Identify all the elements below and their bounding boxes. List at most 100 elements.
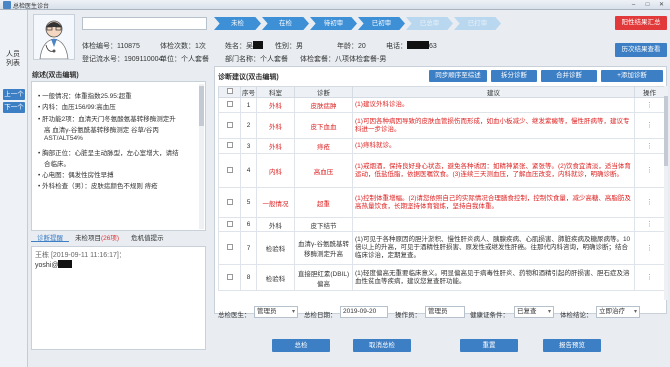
- summary-textbox[interactable]: • 一般情况：体重指数25.95:超重 • 内科：血压156/99:高血压 • 肝功…: [31, 81, 206, 231]
- progress-step: 未检: [214, 17, 261, 30]
- more-icon[interactable]: ⋮: [646, 274, 653, 281]
- conclusion-select[interactable]: 立即治疗 ▾: [596, 306, 640, 318]
- row-action[interactable]: ⋮: [634, 264, 665, 291]
- operator-field[interactable]: 管理员: [425, 306, 465, 318]
- row-checkbox[interactable]: [226, 244, 233, 250]
- conclusion-label: 体检结论：: [560, 312, 593, 319]
- tab-2[interactable]: 危机值提示: [125, 230, 170, 242]
- more-icon[interactable]: ⋮: [646, 199, 653, 206]
- progress-step: 已打审: [454, 17, 501, 30]
- row-advice: (1)轻度偏高无重要临床意义。明显偏高见于病毒性肝炎、药物和酒精引起的肝损害、胆…: [352, 264, 635, 291]
- row-checkbox-cell[interactable]: [218, 187, 241, 218]
- merge-diagnosis-button[interactable]: 合并诊断: [541, 70, 597, 82]
- table-row[interactable]: 6 外科 皮下结节 ⋮: [218, 217, 665, 232]
- summary-scrollbar[interactable]: [199, 84, 204, 229]
- tab-bar: 诊断提醒 未检项目(26项) 危机值提示: [31, 230, 211, 242]
- more-icon[interactable]: ⋮: [646, 102, 653, 109]
- reset-button[interactable]: 重置: [460, 339, 518, 352]
- col-advice: 建议: [352, 86, 635, 98]
- notes-box[interactable]: 王栋 [2019-09-11 11:16:17]： yoshi@: [31, 246, 206, 350]
- avatar: [33, 14, 75, 60]
- row-action[interactable]: ⋮: [634, 231, 665, 265]
- row-diagnosis: 皮肤痣肿: [294, 97, 353, 113]
- table-row[interactable]: 1 外科 皮肤痣肿 (1)建议外科诊治。 ⋮: [218, 97, 665, 113]
- doctor-label: 总检医生：: [218, 312, 251, 319]
- row-advice: (1)痔科就诊。: [352, 138, 635, 154]
- row-no: 3: [240, 138, 257, 154]
- exam-no: 体检编号：110875: [82, 43, 140, 50]
- close-button[interactable]: ✕: [655, 1, 668, 9]
- row-advice: (1)可因各种病因导致的皮肤血管损伤而形成，如血小板减少、继发紫癜等，慢性肝病等…: [352, 112, 635, 139]
- redacted-block: [58, 260, 73, 268]
- col-diagnosis: 诊断: [294, 86, 353, 98]
- row-no: 8: [240, 264, 257, 291]
- row-action[interactable]: ⋮: [634, 138, 665, 154]
- table-row[interactable]: 5 一般情况 超重 (1)控制体重增幅。(2)请您依照自己的实际情况合理膳食控制，控制…: [218, 187, 665, 218]
- row-advice: (1)建议外科诊治。: [352, 97, 635, 113]
- doctor-select[interactable]: 管理员 ▾: [254, 306, 298, 318]
- tab-0[interactable]: 诊断提醒: [31, 230, 69, 242]
- more-icon[interactable]: ⋮: [646, 167, 653, 174]
- row-checkbox-cell[interactable]: [218, 138, 241, 154]
- row-checkbox-cell[interactable]: [218, 153, 241, 188]
- more-icon[interactable]: ⋮: [646, 245, 653, 252]
- table-row[interactable]: 3 外科 痔疮 (1)痔科就诊。 ⋮: [218, 138, 665, 154]
- person-list-strip: 人员列表 上一个 下一个: [0, 10, 28, 367]
- positive-results-button[interactable]: 阳性结果汇总: [615, 16, 667, 30]
- row-dept: 检验科: [256, 264, 295, 291]
- date-field[interactable]: 2019-09-20: [340, 306, 388, 318]
- row-checkbox-cell[interactable]: [218, 231, 241, 265]
- next-person-button[interactable]: 下一个: [3, 102, 25, 113]
- summary-line: 高 血清γ-谷氨酰基转移酶测定 谷草/谷丙: [44, 126, 159, 134]
- row-checkbox[interactable]: [226, 101, 233, 107]
- summary-line: AST/ALT54%: [44, 135, 83, 143]
- patient-phone: 电话： 63: [386, 41, 437, 50]
- final-check-button[interactable]: 总检: [272, 339, 330, 352]
- more-icon[interactable]: ⋮: [646, 221, 653, 228]
- table-row[interactable]: 2 外科 皮下血血 (1)可因各种病因导致的皮肤血管损伤而形成，如血小板减少、继发紫癜…: [218, 112, 665, 139]
- exam-package: 体检套餐：八项体检套餐-男: [300, 56, 387, 63]
- more-icon[interactable]: ⋮: [646, 122, 653, 129]
- prev-person-button[interactable]: 上一个: [3, 89, 25, 100]
- row-checkbox[interactable]: [226, 121, 233, 128]
- row-checkbox-cell[interactable]: [218, 112, 241, 139]
- row-checkbox[interactable]: [226, 273, 233, 280]
- row-checkbox[interactable]: [226, 198, 233, 205]
- row-action[interactable]: ⋮: [634, 112, 665, 139]
- row-checkbox[interactable]: [226, 142, 233, 148]
- row-checkbox-cell[interactable]: [218, 264, 241, 291]
- table-scrollbar[interactable]: [664, 86, 668, 300]
- maximize-button[interactable]: □: [641, 1, 654, 9]
- row-diagnosis: 超重: [294, 187, 353, 218]
- split-diagnosis-button[interactable]: 拆分诊断: [491, 70, 537, 82]
- report-preview-button[interactable]: 报告预览: [543, 339, 601, 352]
- row-checkbox[interactable]: [226, 166, 233, 173]
- search-input[interactable]: [82, 17, 207, 30]
- table-row[interactable]: 7 检验科 血清γ-谷氨酰基转移酶测定升高 (1)可见于各种原因的胆汁淤积、慢性肝炎病…: [218, 231, 665, 265]
- cancel-final-check-button[interactable]: 取消总检: [353, 339, 411, 352]
- row-advice: (1)控制体重增幅。(2)请您依照自己的实际情况合理膳食控制，控制饮食量，减少高…: [352, 187, 635, 218]
- person-list-label[interactable]: 人员列表: [6, 50, 20, 68]
- more-icon[interactable]: ⋮: [646, 143, 653, 150]
- row-advice: (1)戒烟酒，保持良好身心状态，避免各种诱因：如精神紧张、紧张等。(2)饮食宜清…: [352, 153, 635, 188]
- row-dept: 内科: [256, 153, 295, 188]
- cert-select[interactable]: 已复查 ▾: [514, 306, 554, 318]
- minimize-button[interactable]: –: [627, 1, 640, 9]
- history-results-button[interactable]: 历次结果查看: [615, 43, 667, 57]
- table-row[interactable]: 8 检验科 直接胆红素(DBIL)偏高 (1)轻度偏高无重要临床意义。明显偏高见于病毒…: [218, 264, 665, 291]
- row-action[interactable]: ⋮: [634, 217, 665, 232]
- row-checkbox[interactable]: [226, 220, 233, 227]
- row-checkbox-cell[interactable]: [218, 97, 241, 113]
- row-no: 1: [240, 97, 257, 113]
- add-diagnosis-button[interactable]: +添加诊断: [601, 70, 663, 82]
- row-action[interactable]: ⋮: [634, 153, 665, 188]
- row-action[interactable]: ⋮: [634, 187, 665, 218]
- row-checkbox-cell[interactable]: [218, 217, 241, 232]
- summary-line: • 肝功能2项：血清天门冬氨酸氨基转移酶测定升: [38, 115, 176, 123]
- row-action[interactable]: ⋮: [634, 97, 665, 113]
- sync-order-button[interactable]: 同步顺序至综述: [429, 70, 487, 82]
- select-all-checkbox[interactable]: [226, 88, 233, 94]
- redacted-block: [253, 41, 263, 49]
- tab-1[interactable]: 未检项目(26项): [69, 230, 125, 242]
- table-row[interactable]: 4 内科 高血压 (1)戒烟酒，保持良好身心状态，避免各种诱因：如精神紧张、紧张等。(…: [218, 153, 665, 188]
